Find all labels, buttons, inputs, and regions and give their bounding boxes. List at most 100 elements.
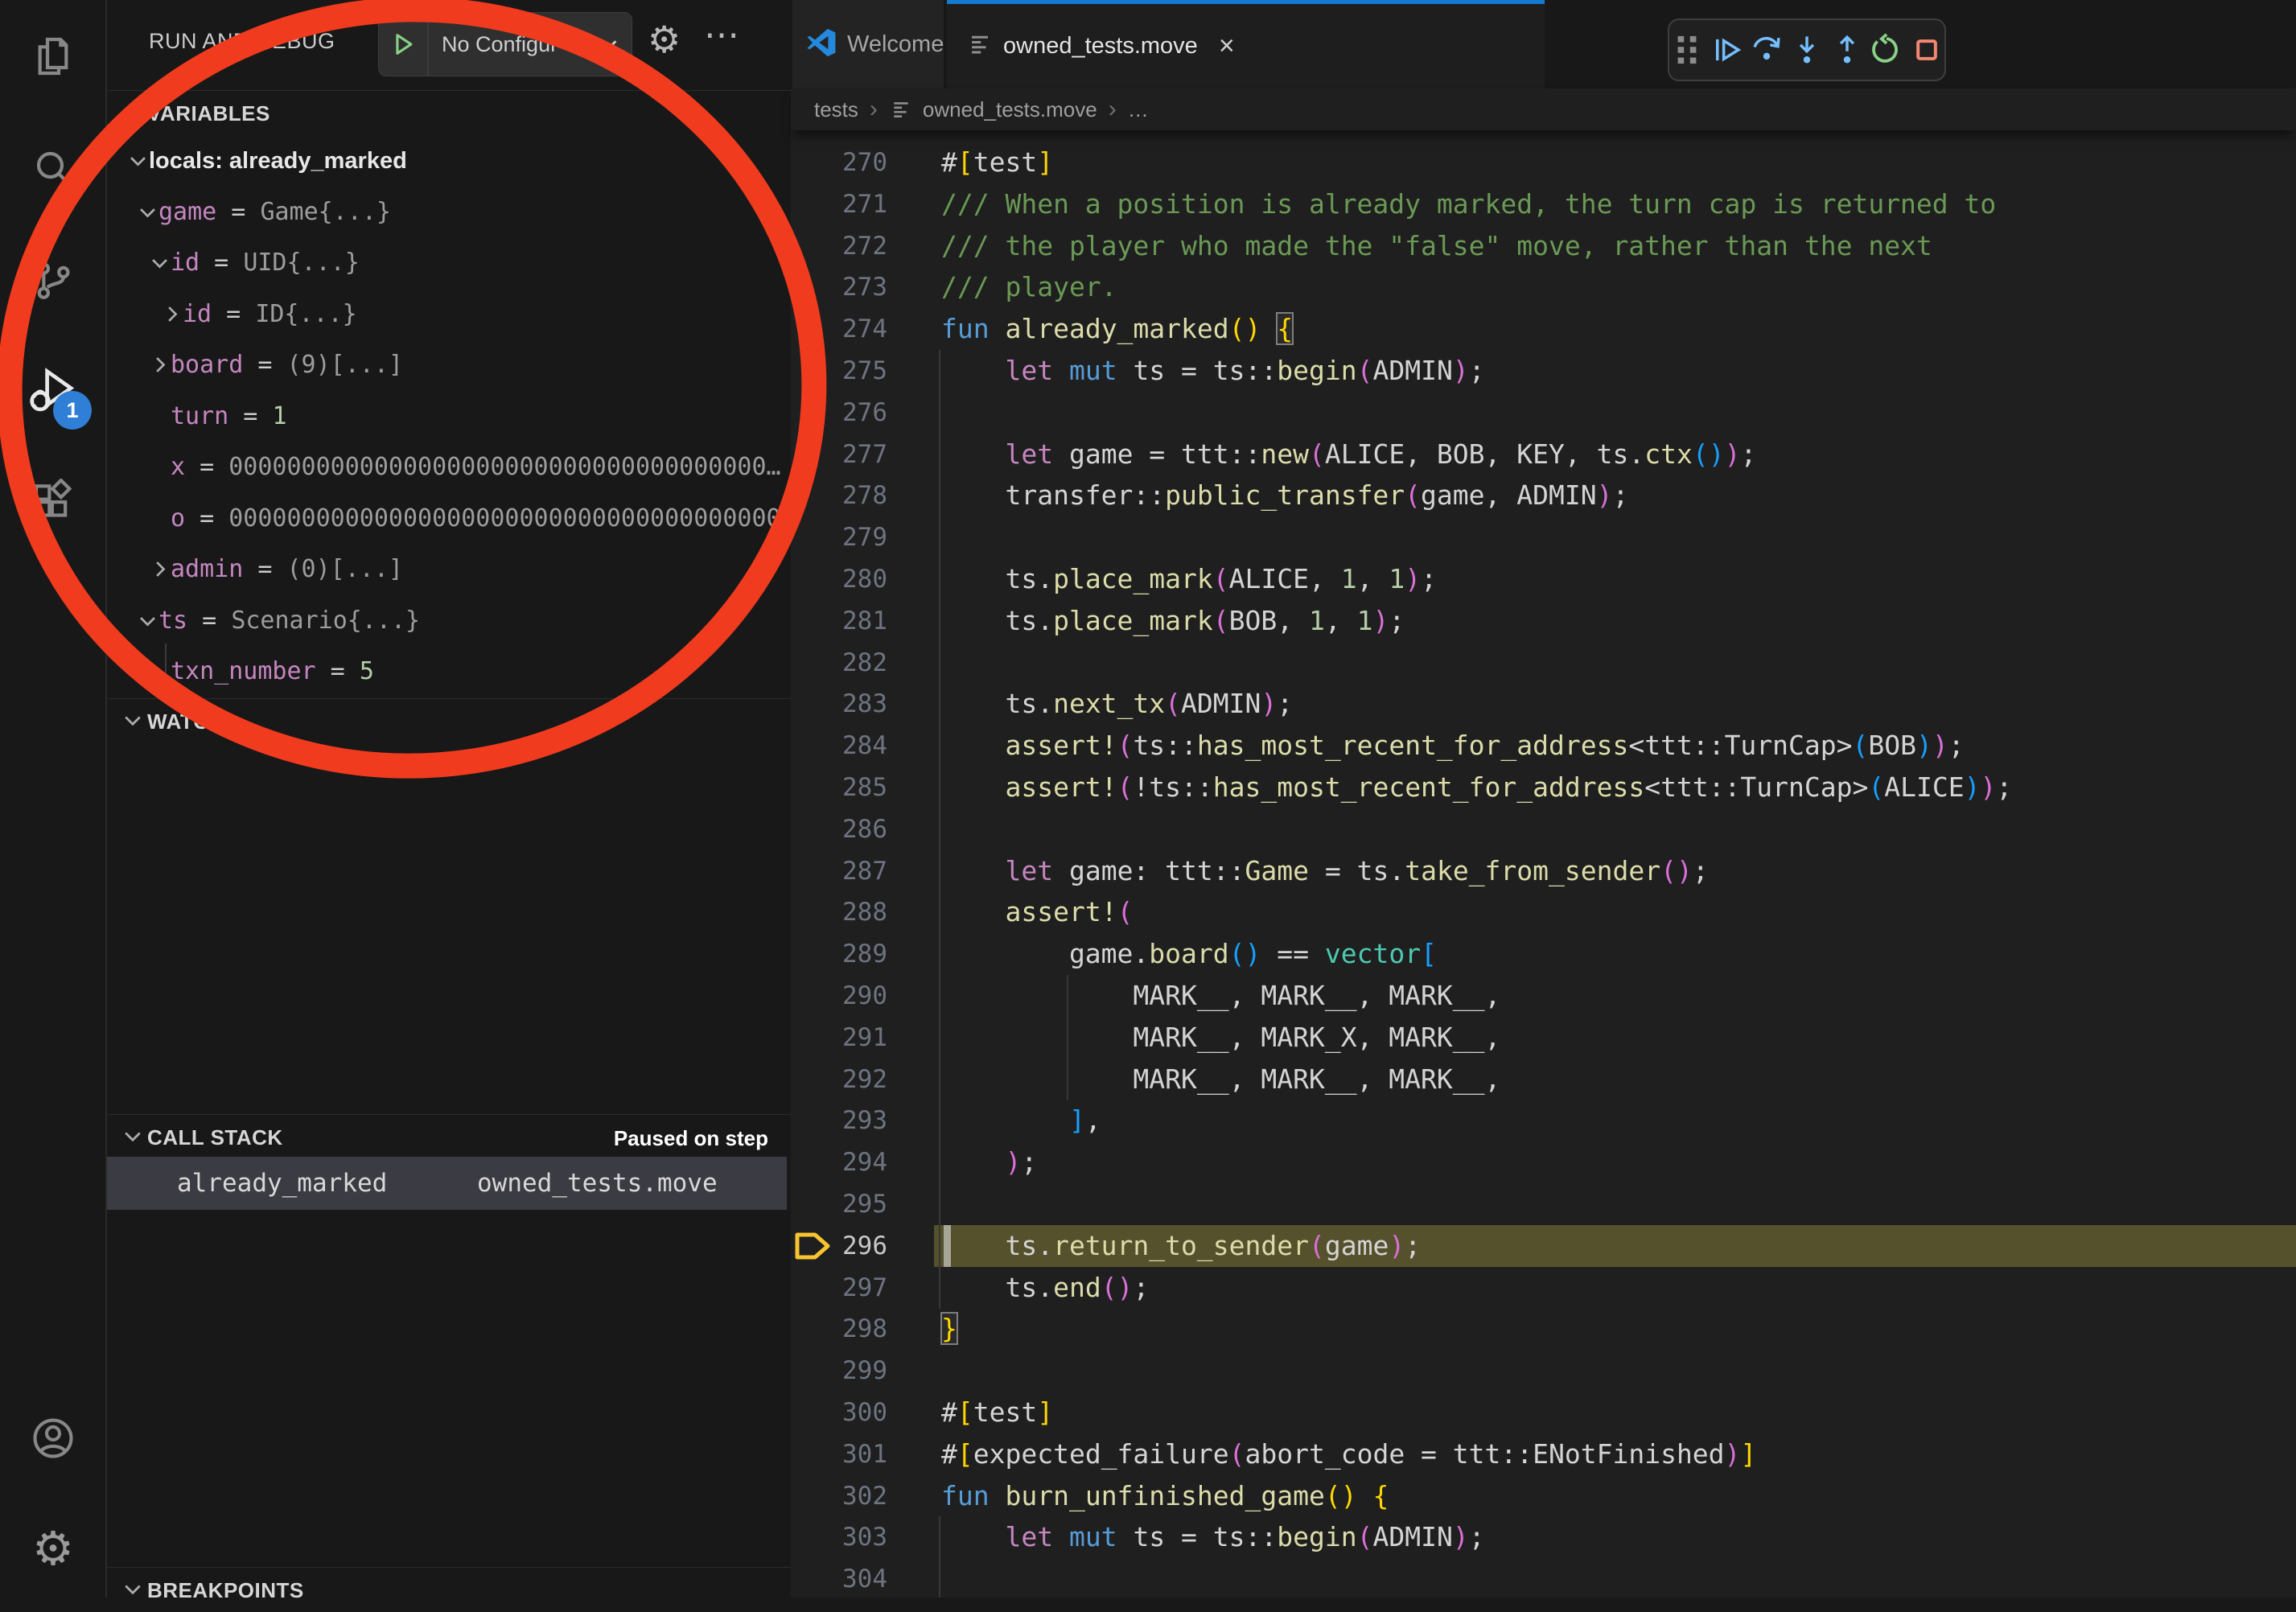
stop-icon[interactable] <box>1909 32 1944 68</box>
code-line[interactable]: 281 ts.place_mark(BOB, 1, 1); <box>791 600 2296 642</box>
chevron-right-icon[interactable] <box>149 558 171 580</box>
more-actions-icon[interactable]: ⋯ <box>704 14 741 56</box>
breadcrumb-tests[interactable]: tests <box>814 97 858 122</box>
line-number[interactable]: 279 <box>791 516 887 558</box>
code-line[interactable]: 272/// the player who made the "false" m… <box>791 225 2296 267</box>
launch-config-dropdown[interactable]: No Configur <box>378 12 632 76</box>
step-out-icon[interactable] <box>1829 32 1865 68</box>
line-number[interactable]: 285 <box>791 767 887 808</box>
code-line[interactable]: 279 <box>791 516 2296 558</box>
restart-icon[interactable] <box>1870 32 1905 68</box>
call-stack-frame[interactable]: already_marked owned_tests.move <box>107 1157 787 1210</box>
breakpoints-section-header[interactable]: BREAKPOINTS <box>107 1567 791 1612</box>
breadcrumb-file[interactable]: owned_tests.move <box>923 97 1097 122</box>
line-number[interactable]: 287 <box>791 850 887 892</box>
line-number[interactable]: 301 <box>791 1433 887 1475</box>
line-number[interactable]: 275 <box>791 350 887 392</box>
code-line[interactable]: 304 <box>791 1558 2296 1598</box>
breadcrumb-symbol[interactable]: … <box>1128 97 1149 122</box>
code-line[interactable]: 303 let mut ts = ts::begin(ADMIN); <box>791 1516 2296 1558</box>
code-line[interactable]: 298} <box>791 1308 2296 1350</box>
line-number[interactable]: 277 <box>791 434 887 475</box>
code-line[interactable]: 292 MARK__, MARK__, MARK__, <box>791 1059 2296 1100</box>
code-line[interactable]: 300#[test] <box>791 1392 2296 1433</box>
code-line[interactable]: 291 MARK__, MARK_X, MARK__, <box>791 1017 2296 1059</box>
line-number[interactable]: 286 <box>791 808 887 850</box>
code-line[interactable]: 282 <box>791 642 2296 684</box>
watch-section-header[interactable]: WATCH <box>107 698 791 743</box>
line-number[interactable]: 304 <box>791 1558 887 1598</box>
code-line[interactable]: 295 <box>791 1183 2296 1225</box>
line-number[interactable]: 299 <box>791 1350 887 1392</box>
code-line[interactable]: 271/// When a position is already marked… <box>791 183 2296 225</box>
line-number[interactable]: 283 <box>791 683 887 725</box>
line-number[interactable]: 270 <box>791 142 887 183</box>
account-icon[interactable] <box>23 1408 84 1469</box>
variable-row[interactable]: id = UID{...} <box>107 237 791 289</box>
code-line[interactable]: 294 ); <box>791 1141 2296 1183</box>
line-number[interactable]: 294 <box>791 1141 887 1183</box>
line-number[interactable]: 300 <box>791 1392 887 1433</box>
code-line[interactable]: 276 <box>791 392 2296 434</box>
variable-row[interactable]: admin = (0)[...] <box>107 544 791 595</box>
line-number[interactable]: 290 <box>791 975 887 1017</box>
search-icon[interactable] <box>23 138 84 199</box>
line-number[interactable]: 281 <box>791 600 887 642</box>
code-line[interactable]: 296 ts.return_to_sender(game); <box>791 1225 2296 1267</box>
start-debug-icon[interactable] <box>379 13 429 76</box>
code-line[interactable]: 283 ts.next_tx(ADMIN); <box>791 683 2296 725</box>
line-number[interactable]: 273 <box>791 266 887 308</box>
line-number[interactable]: 288 <box>791 891 887 933</box>
variable-row[interactable]: id = ID{...} <box>107 289 791 340</box>
code-line[interactable]: 274fun already_marked() { <box>791 308 2296 350</box>
code-line[interactable]: 284 assert!(ts::has_most_recent_for_addr… <box>791 725 2296 767</box>
code-line[interactable]: 280 ts.place_mark(ALICE, 1, 1); <box>791 558 2296 600</box>
line-number[interactable]: 291 <box>791 1017 887 1059</box>
step-over-icon[interactable] <box>1749 32 1784 68</box>
step-into-icon[interactable] <box>1789 32 1825 68</box>
line-number[interactable]: 274 <box>791 308 887 350</box>
code-line[interactable]: 273/// player. <box>791 266 2296 308</box>
variable-row[interactable]: locals: already_marked <box>107 135 791 187</box>
code-line[interactable]: 288 assert!( <box>791 891 2296 933</box>
code-line[interactable]: 277 let game = ttt::new(ALICE, BOB, KEY,… <box>791 434 2296 475</box>
line-number[interactable]: 284 <box>791 725 887 767</box>
line-number[interactable]: 303 <box>791 1516 887 1558</box>
variables-section-header[interactable]: VARIABLES <box>107 90 791 135</box>
line-number[interactable]: 289 <box>791 933 887 975</box>
settings-gear-icon[interactable]: ⚙ <box>23 1519 84 1580</box>
code-line[interactable]: 275 let mut ts = ts::begin(ADMIN); <box>791 350 2296 392</box>
code-line[interactable]: 285 assert!(!ts::has_most_recent_for_add… <box>791 767 2296 808</box>
line-number[interactable]: 292 <box>791 1059 887 1100</box>
explorer-icon[interactable] <box>23 26 84 87</box>
chevron-down-icon[interactable] <box>149 252 171 273</box>
tab-owned-tests[interactable]: owned_tests.move × <box>947 0 1545 88</box>
code-line[interactable]: 290 MARK__, MARK__, MARK__, <box>791 975 2296 1017</box>
line-number[interactable]: 278 <box>791 475 887 516</box>
code-line[interactable]: 278 transfer::public_transfer(game, ADMI… <box>791 475 2296 516</box>
code-line[interactable]: 287 let game: ttt::Game = ts.take_from_s… <box>791 850 2296 892</box>
tab-welcome[interactable]: Welcome <box>792 0 945 88</box>
variable-row[interactable]: ts = Scenario{...} <box>107 595 791 647</box>
drag-handle-icon[interactable] <box>1669 32 1705 68</box>
code-line[interactable]: 299 <box>791 1350 2296 1392</box>
close-icon[interactable]: × <box>1219 31 1235 62</box>
variable-row[interactable]: game = Game{...} <box>107 187 791 238</box>
variable-row[interactable]: o = 000000000000000000000000000000000000… <box>107 493 791 545</box>
code-line[interactable]: 302fun burn_unfinished_game() { <box>791 1475 2296 1517</box>
chevron-down-icon[interactable] <box>127 150 149 171</box>
code-line[interactable]: 270#[test] <box>791 142 2296 183</box>
extensions-icon[interactable] <box>23 471 84 532</box>
line-number[interactable]: 297 <box>791 1267 887 1309</box>
code-line[interactable]: 286 <box>791 808 2296 850</box>
line-number[interactable]: 298 <box>791 1308 887 1350</box>
line-number[interactable]: 295 <box>791 1183 887 1225</box>
line-number[interactable]: 282 <box>791 642 887 684</box>
variable-row[interactable]: board = (9)[...] <box>107 339 791 391</box>
line-number[interactable]: 293 <box>791 1100 887 1141</box>
code-editor[interactable]: 270#[test]271/// When a position is alre… <box>791 130 2296 1598</box>
variable-row[interactable]: turn = 1 <box>107 391 791 442</box>
line-number[interactable]: 276 <box>791 392 887 434</box>
code-line[interactable]: 289 game.board() == vector[ <box>791 933 2296 975</box>
code-line[interactable]: 301#[expected_failure(abort_code = ttt::… <box>791 1433 2296 1475</box>
